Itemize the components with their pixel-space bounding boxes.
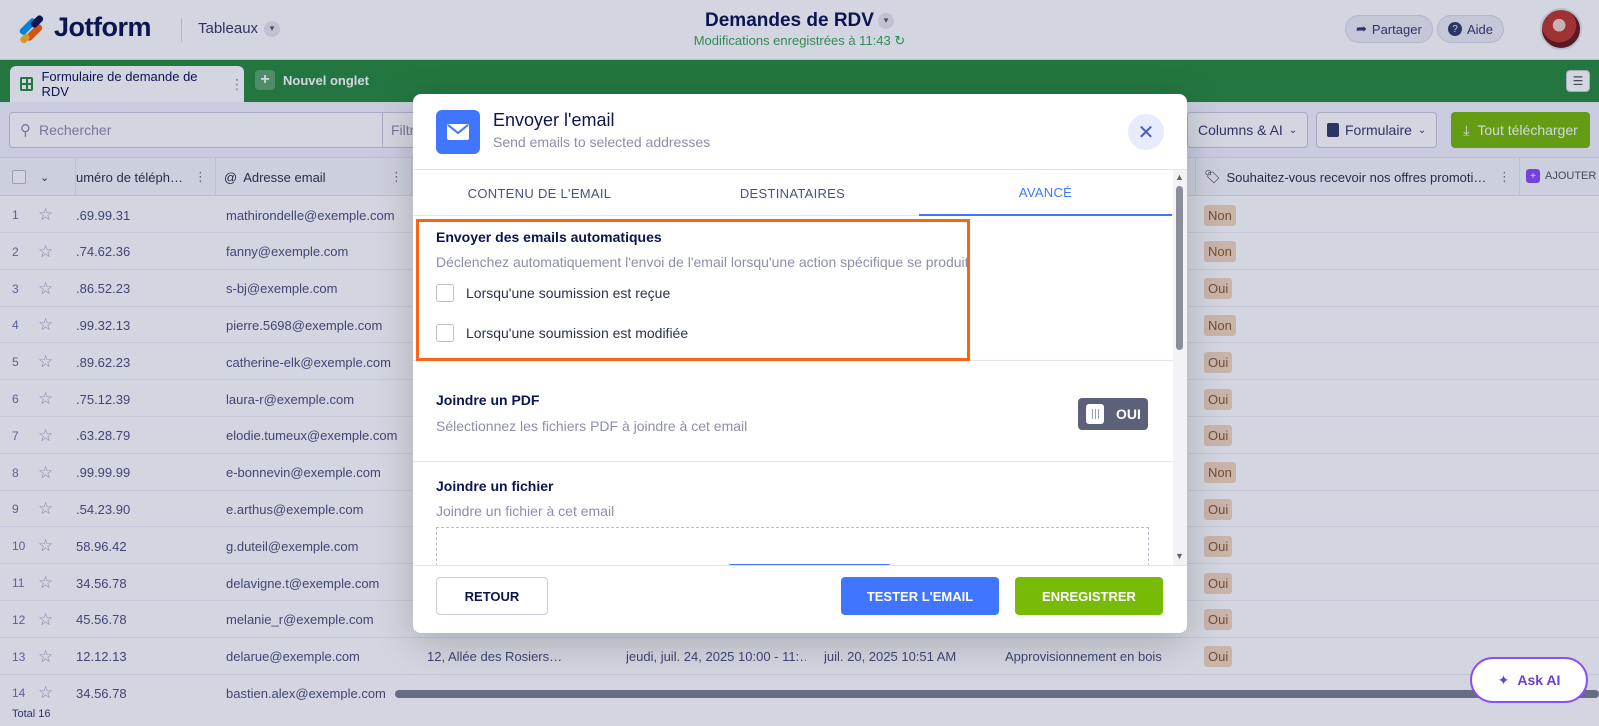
modal-scrollbar[interactable]: ▲ ▼ <box>1173 170 1187 565</box>
tab-advanced[interactable]: AVANCÉ <box>919 170 1172 216</box>
toggle-label: OUI <box>1116 406 1141 422</box>
scroll-down-icon[interactable]: ▼ <box>1175 551 1184 561</box>
modal-body: Envoyer des emails automatiques Déclench… <box>413 216 1173 566</box>
close-icon[interactable]: ✕ <box>1128 114 1164 150</box>
ask-ai-label: Ask AI <box>1517 672 1561 688</box>
modal-header: Envoyer l'email Send emails to selected … <box>413 94 1187 170</box>
back-button[interactable]: RETOUR <box>436 577 548 615</box>
tab-email-content[interactable]: CONTENU DE L'EMAIL <box>413 170 666 216</box>
attach-pdf-toggle[interactable]: OUI <box>1078 398 1148 430</box>
modal-title: Envoyer l'email <box>493 110 615 130</box>
scrollbar-thumb[interactable] <box>1176 186 1183 350</box>
file-dropzone[interactable] <box>436 527 1149 566</box>
modal-subtitle: Send emails to selected addresses <box>493 134 711 150</box>
highlight-box <box>416 219 970 361</box>
attach-file-section: Joindre un fichier Joindre un fichier à … <box>413 462 1173 566</box>
scroll-up-icon[interactable]: ▲ <box>1175 172 1184 182</box>
attach-pdf-desc: Sélectionnez les fichiers PDF à joindre … <box>436 418 748 434</box>
send-email-modal: Envoyer l'email Send emails to selected … <box>413 94 1187 633</box>
tab-recipients[interactable]: DESTINATAIRES <box>666 170 919 216</box>
test-email-button[interactable]: TESTER L'EMAIL <box>841 577 999 615</box>
attach-file-desc: Joindre un fichier à cet email <box>436 503 615 519</box>
ask-ai-button[interactable]: ✦ Ask AI <box>1470 657 1588 703</box>
modal-tabs: CONTENU DE L'EMAIL DESTINATAIRES AVANCÉ <box>413 170 1173 216</box>
auto-email-section: Envoyer des emails automatiques Déclench… <box>413 216 1173 361</box>
attach-pdf-title: Joindre un PDF <box>436 392 540 408</box>
sparkle-icon: ✦ <box>1497 671 1510 688</box>
modal-footer: RETOUR TESTER L'EMAIL ENREGISTRER <box>413 565 1187 633</box>
envelope-icon <box>436 110 480 154</box>
attach-file-title: Joindre un fichier <box>436 478 554 494</box>
attach-pdf-section: Joindre un PDF Sélectionnez les fichiers… <box>413 361 1173 462</box>
toggle-knob <box>1086 404 1104 424</box>
save-button[interactable]: ENREGISTRER <box>1015 577 1163 615</box>
